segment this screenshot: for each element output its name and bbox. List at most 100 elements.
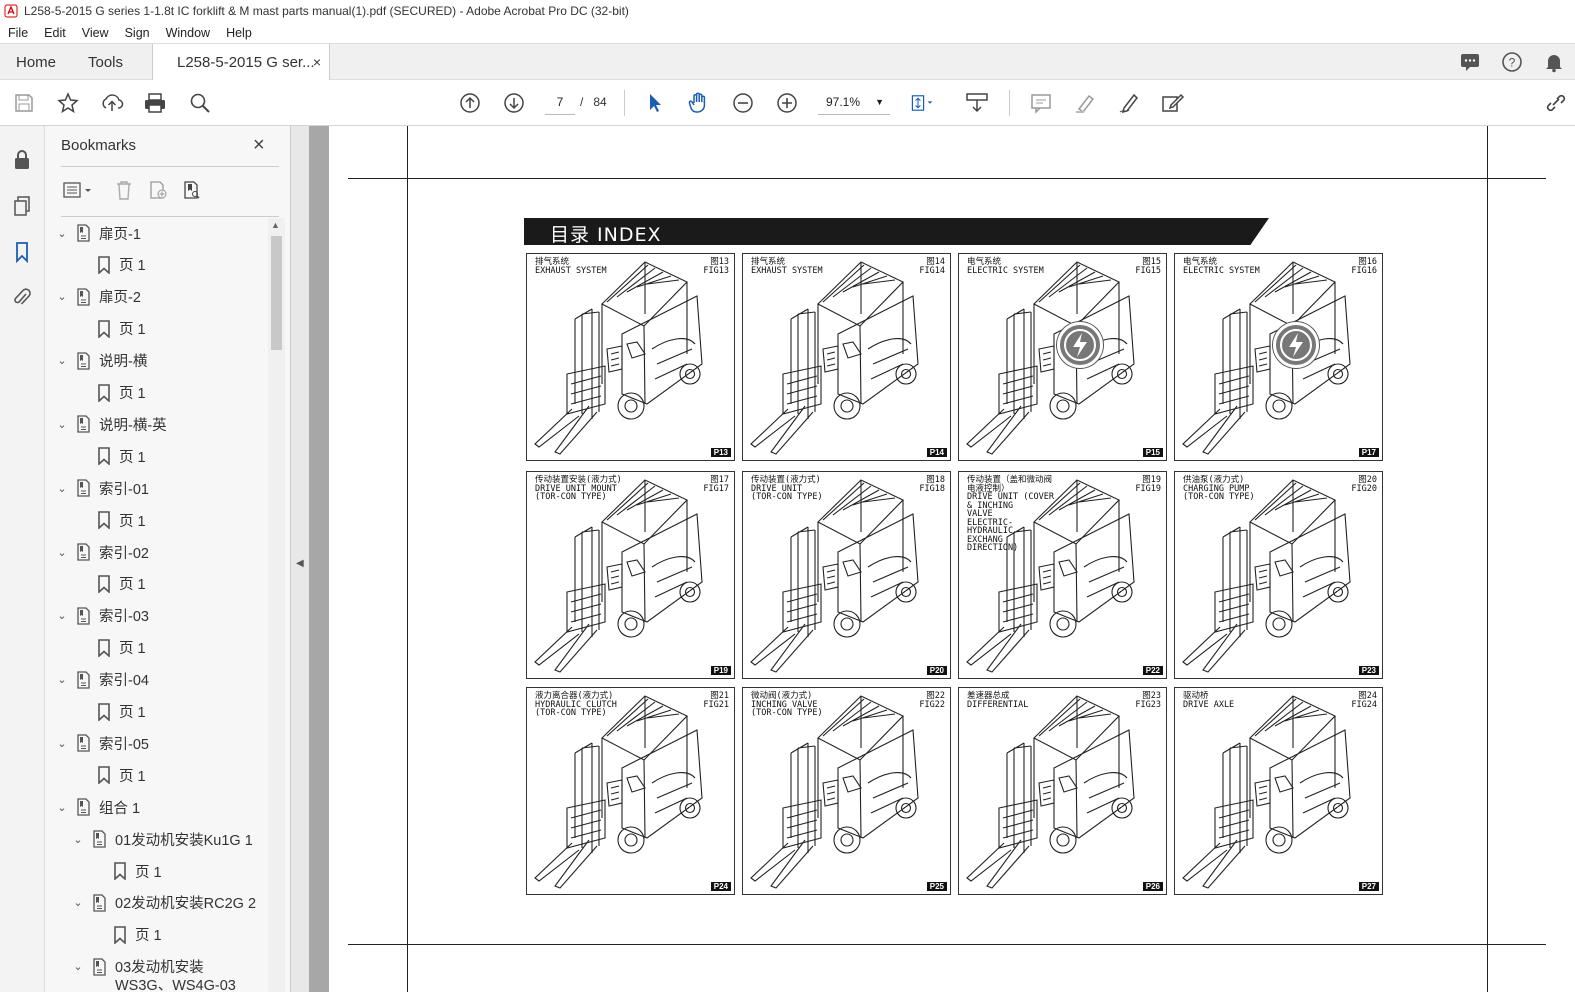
- figure-index-cell[interactable]: 供油泵(液力式) CHARGING PUMP (TOR-CON TYPE) 图20…: [1174, 471, 1383, 679]
- bookmark-item[interactable]: ⌄ 01发动机安装Ku1G 1: [71, 826, 253, 852]
- bookmark-item[interactable]: ⌄ 02发动机安装RC2G 2: [71, 890, 256, 916]
- bookmark-item[interactable]: 页 1: [89, 762, 146, 788]
- menu-sign[interactable]: Sign: [117, 26, 158, 40]
- figure-index-cell[interactable]: 传动装置（盖和微动阀 电液控制） DRIVE UNIT (COVER & INC…: [958, 471, 1167, 679]
- bookmark-item[interactable]: 页 1: [89, 571, 146, 597]
- tab-tools[interactable]: Tools: [88, 44, 123, 80]
- figure-index-cell[interactable]: 液力离合器(液力式) HYDRAULIC CLUTCH (TOR-CON TYP…: [526, 687, 735, 895]
- bookmark-section[interactable]: ⌄ 组合 1: [55, 794, 140, 820]
- next-page-icon[interactable]: [502, 91, 526, 115]
- figure-index-cell[interactable]: 差速器总成 DIFFERENTIAL 图23 FIG23 P26: [958, 687, 1167, 895]
- draw-icon[interactable]: [1117, 91, 1141, 115]
- bookmark-item[interactable]: 页 1: [89, 507, 146, 533]
- bookmark-item[interactable]: 页 1: [89, 252, 146, 278]
- figure-index-cell[interactable]: 排气系统 EXHAUST SYSTEM 图13 FIG13 P13: [526, 253, 735, 461]
- bookmark-section[interactable]: ⌄ 扉页-2: [55, 284, 141, 310]
- bookmark-section[interactable]: ⌄ 索引-03: [55, 603, 149, 629]
- page-number-input[interactable]: 7: [545, 89, 575, 115]
- zoom-dropdown[interactable]: 97.1% ▼: [818, 89, 890, 115]
- figure-index-cell[interactable]: 微动阀(液力式) INCHING VALVE (TOR-CON TYPE) 图22…: [742, 687, 951, 895]
- zoom-out-icon[interactable]: [731, 91, 755, 115]
- highlight-icon[interactable]: [1073, 91, 1097, 115]
- figure-index-cell[interactable]: 驱动桥 DRIVE AXLE 图24 FIG24 P27: [1174, 687, 1383, 895]
- tab-document[interactable]: L258-5-2015 G ser... ×: [152, 44, 330, 81]
- index-title: 目录 INDEX: [550, 224, 662, 246]
- zoom-in-icon[interactable]: [775, 91, 799, 115]
- sticky-note-icon[interactable]: [1029, 91, 1053, 115]
- bookmark-label: 页 1: [119, 513, 146, 530]
- bookmark-section[interactable]: ⌄ 扉页-1: [55, 220, 141, 246]
- new-bookmark-icon[interactable]: [141, 178, 175, 202]
- bookmark-item[interactable]: 页 1: [89, 635, 146, 661]
- chevron-down-icon[interactable]: ⌄: [55, 609, 69, 622]
- share-edit-icon[interactable]: [1161, 91, 1185, 115]
- pages-icon[interactable]: [10, 194, 34, 218]
- prev-page-icon[interactable]: [458, 91, 482, 115]
- options-menu-icon[interactable]: [61, 178, 95, 202]
- upload-icon[interactable]: [100, 91, 124, 115]
- bookmarks-scrollbar[interactable]: ▲: [268, 218, 285, 992]
- bookmark-section[interactable]: ⌄ 索引-05: [55, 730, 149, 756]
- bookmark-item[interactable]: 页 1: [105, 858, 162, 884]
- fit-page-icon[interactable]: [910, 91, 934, 115]
- bookmark-item[interactable]: 页 1: [89, 316, 146, 342]
- chevron-down-icon[interactable]: ⌄: [55, 290, 69, 303]
- chevron-down-icon[interactable]: ⌄: [55, 482, 69, 495]
- save-icon[interactable]: [12, 91, 36, 115]
- chevron-down-icon[interactable]: ⌄: [55, 418, 69, 431]
- attachment-icon[interactable]: [10, 286, 34, 310]
- find-bookmark-icon[interactable]: [175, 178, 209, 202]
- section-bookmark-icon: [75, 224, 93, 242]
- scroll-thumb[interactable]: [271, 236, 282, 350]
- chevron-down-icon[interactable]: ⌄: [55, 737, 69, 750]
- bookmark-panel-icon[interactable]: [10, 240, 34, 264]
- hand-tool-icon[interactable]: [687, 91, 711, 115]
- menu-edit[interactable]: Edit: [36, 26, 74, 40]
- bookmark-item[interactable]: 页 1: [89, 380, 146, 406]
- bookmark-section[interactable]: ⌄ 索引-02: [55, 539, 149, 565]
- select-tool-icon[interactable]: [643, 91, 667, 115]
- chevron-down-icon[interactable]: ⌄: [55, 673, 69, 686]
- bookmark-item[interactable]: 页 1: [89, 443, 146, 469]
- tab-home[interactable]: Home: [16, 44, 56, 80]
- tab-close-icon[interactable]: ×: [313, 54, 321, 70]
- menu-help[interactable]: Help: [218, 26, 260, 40]
- chevron-down-icon[interactable]: ⌄: [55, 227, 69, 240]
- figure-index-cell[interactable]: 传动装置安装(液力式) DRIVE UNIT MOUNT (TOR-CON TY…: [526, 471, 735, 679]
- bookmark-item[interactable]: 页 1: [105, 922, 162, 948]
- star-icon[interactable]: [56, 91, 80, 115]
- figure-index-cell[interactable]: 传动装置(液力式) DRIVE UNIT (TOR-CON TYPE) 图18 F…: [742, 471, 951, 679]
- menu-file[interactable]: File: [0, 26, 36, 40]
- menu-view[interactable]: View: [74, 26, 117, 40]
- bookmark-item[interactable]: 页 1: [89, 699, 146, 725]
- lock-icon[interactable]: [10, 148, 34, 172]
- chevron-down-icon[interactable]: ⌄: [55, 546, 69, 559]
- figure-index-cell[interactable]: 电气系统 ELECTRIC SYSTEM 图15 FIG15 P15: [958, 253, 1167, 461]
- bookmark-icon: [95, 702, 113, 721]
- link-icon[interactable]: [1544, 91, 1568, 115]
- help-icon[interactable]: ?: [1501, 51, 1523, 73]
- scroll-mode-icon[interactable]: [965, 91, 989, 115]
- bookmark-label: 页 1: [119, 705, 146, 721]
- bookmark-icon: [95, 575, 113, 593]
- chevron-down-icon[interactable]: ⌄: [71, 896, 85, 909]
- figure-index-cell[interactable]: 排气系统 EXHAUST SYSTEM 图14 FIG14 P14: [742, 253, 951, 461]
- close-panel-icon[interactable]: ×: [253, 134, 265, 157]
- figure-index-cell[interactable]: 电气系统 ELECTRIC SYSTEM 图16 FIG16 P17: [1174, 253, 1383, 461]
- print-icon[interactable]: [143, 91, 167, 115]
- scroll-up-icon[interactable]: ▲: [271, 220, 280, 230]
- comment-icon[interactable]: [1459, 51, 1481, 73]
- menu-window[interactable]: Window: [158, 26, 218, 40]
- search-icon[interactable]: [188, 91, 212, 115]
- bell-icon[interactable]: [1543, 51, 1565, 73]
- bookmark-item[interactable]: WS3G、WS4G-03: [71, 972, 236, 992]
- chevron-down-icon[interactable]: ⌄: [55, 354, 69, 367]
- bookmark-section[interactable]: ⌄ 说明-横: [55, 348, 147, 374]
- delete-icon[interactable]: [107, 178, 141, 202]
- chevron-down-icon[interactable]: ⌄: [71, 833, 85, 846]
- bookmark-section[interactable]: ⌄ 索引-04: [55, 667, 149, 693]
- bookmark-section[interactable]: ⌄ 索引-01: [55, 475, 149, 501]
- panel-collapse-handle[interactable]: ◀: [291, 126, 309, 992]
- chevron-down-icon[interactable]: ⌄: [55, 801, 69, 814]
- bookmark-section[interactable]: ⌄ 说明-横-英: [55, 411, 167, 437]
